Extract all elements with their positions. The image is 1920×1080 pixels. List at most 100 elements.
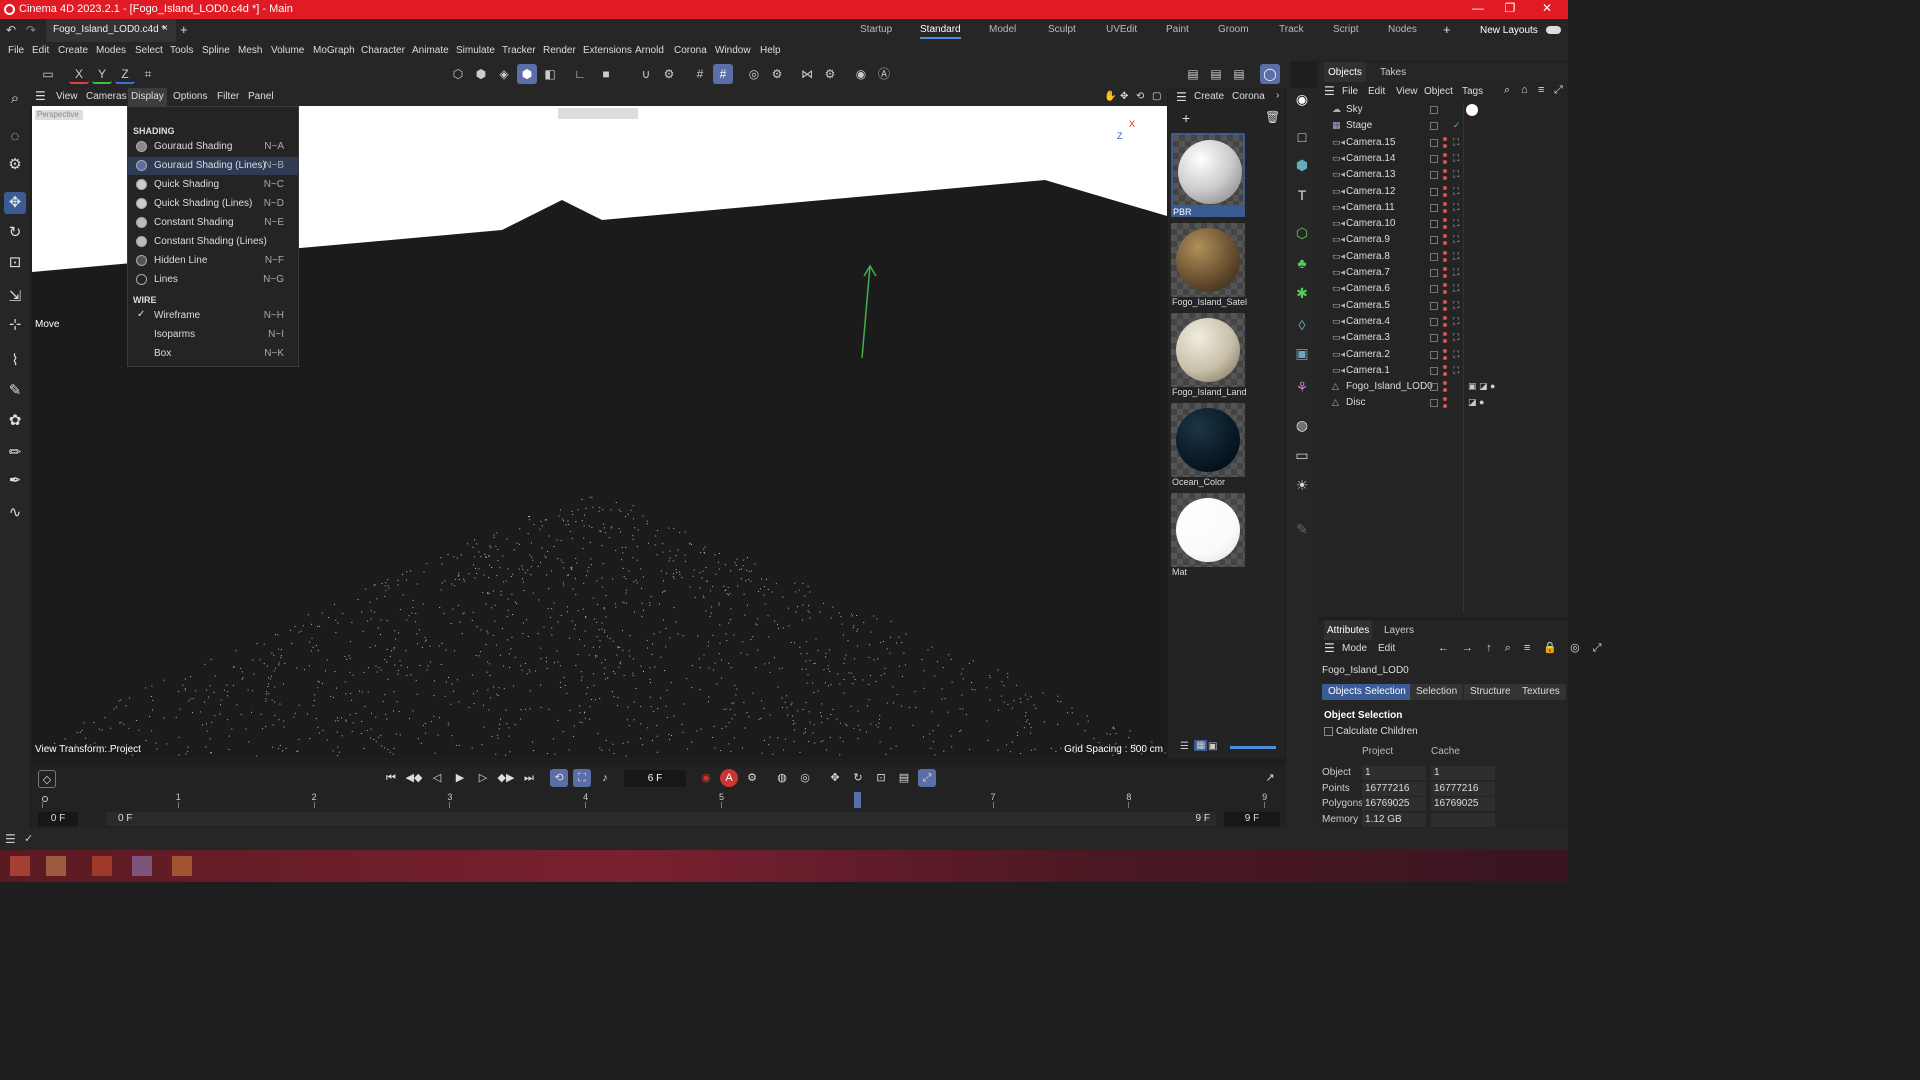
tab-attributes[interactable]: Attributes — [1324, 620, 1373, 640]
material-menu-corona[interactable]: Corona — [1232, 91, 1265, 102]
layout-model[interactable]: Model — [989, 24, 1016, 35]
editor-visibility-dot[interactable] — [1443, 267, 1447, 271]
objects-expand-icon[interactable]: ⤢ — [1554, 84, 1563, 97]
object-visibility-checkbox[interactable] — [1430, 203, 1438, 212]
attributes-menu-mode[interactable]: Mode — [1342, 643, 1367, 654]
taskbar-app-icon[interactable] — [172, 856, 192, 876]
object-row[interactable]: ▭◂ Camera.2 ⛶ — [1318, 347, 1568, 363]
layout-startup[interactable]: Startup — [860, 24, 892, 35]
menu-arnold[interactable]: Arnold — [635, 45, 664, 56]
camera-tag-icon[interactable]: ⛶ — [1453, 316, 1459, 327]
object-visibility-checkbox[interactable] — [1430, 122, 1438, 131]
loop-icon[interactable]: ⟲ — [550, 769, 568, 787]
transform-tool-icon[interactable]: ⇲ — [4, 286, 26, 308]
attributes-menu-edit[interactable]: Edit — [1378, 643, 1395, 654]
camera-tag-icon[interactable]: ⛶ — [1453, 332, 1459, 343]
render-visibility-dot[interactable] — [1443, 192, 1447, 197]
record-icon[interactable]: ◉ — [697, 769, 715, 787]
add-tab-icon[interactable]: + — [180, 22, 188, 37]
editor-visibility-dot[interactable] — [1443, 234, 1447, 239]
tags-icon[interactable]: ✎ — [1291, 518, 1313, 540]
polygons-mode-icon[interactable]: ◈ — [494, 64, 514, 84]
go-to-start-icon[interactable]: ⏮ — [382, 769, 400, 787]
object-row[interactable]: ▭◂ Camera.12 ⛶ — [1318, 184, 1568, 200]
model-mode-icon[interactable]: ⬢ — [517, 64, 537, 84]
object-visibility-checkbox[interactable] — [1430, 366, 1438, 375]
tab-takes[interactable]: Takes — [1380, 67, 1406, 78]
editor-visibility-dot[interactable] — [1443, 201, 1447, 206]
spline-tool-icon[interactable]: ∿ — [4, 502, 26, 524]
viewport-menu-panel[interactable]: Panel — [248, 91, 274, 102]
viewport-menu-display[interactable]: Display — [128, 88, 167, 106]
layout-nodes[interactable]: Nodes — [1388, 24, 1417, 35]
new-layouts-label[interactable]: New Layouts — [1480, 25, 1538, 36]
points-mode-icon[interactable]: ⬡ — [448, 64, 468, 84]
object-visibility-checkbox[interactable] — [1430, 236, 1438, 245]
object-visibility-checkbox[interactable] — [1430, 220, 1438, 229]
snap-tool-icon[interactable]: ⊹ — [4, 314, 26, 336]
y-axis-lock-button[interactable]: Y — [92, 64, 112, 84]
editor-visibility-dot[interactable] — [1443, 283, 1447, 288]
menu-item-gouraud-shading-lines[interactable]: Gouraud Shading (Lines) N~B — [128, 157, 298, 175]
material-ocean-color[interactable] — [1171, 403, 1245, 477]
camera-tag-icon[interactable]: ⛶ — [1453, 186, 1459, 197]
menu-item-constant-shading[interactable]: Constant Shading N~E — [128, 214, 298, 232]
object-row[interactable]: △ Fogo_Island_LOD0 ▣ ◪ ● — [1318, 379, 1568, 395]
camera-tag-icon[interactable]: ⛶ — [1453, 202, 1459, 213]
light-icon[interactable]: ☀ — [1291, 474, 1313, 496]
material-pbr[interactable] — [1171, 133, 1245, 207]
objects-menu-edit[interactable]: Edit — [1368, 86, 1385, 97]
texture-mode-icon[interactable]: ◧ — [540, 64, 560, 84]
x-axis-lock-button[interactable]: X — [69, 64, 89, 84]
weight-icon[interactable]: ◉ — [851, 64, 871, 84]
object-row[interactable]: ▭◂ Camera.4 ⛶ — [1318, 314, 1568, 330]
status-check-icon[interactable]: ✓ — [24, 832, 33, 845]
menu-character[interactable]: Character — [361, 45, 405, 56]
close-button[interactable]: ✕ — [1537, 1, 1557, 15]
object-row[interactable]: △ Disc ◪ ● — [1318, 395, 1568, 411]
redo-icon[interactable]: ↷ — [26, 23, 36, 37]
menu-modes[interactable]: Modes — [96, 45, 126, 56]
object-row[interactable]: ▭◂ Camera.14 ⛶ — [1318, 151, 1568, 167]
subtab-selection[interactable]: Selection — [1410, 684, 1464, 700]
grid-icon[interactable]: # — [690, 64, 710, 84]
editor-visibility-dot[interactable] — [1443, 397, 1447, 402]
new-material-icon[interactable]: + — [1182, 110, 1190, 126]
subtab-objects-selection[interactable]: Objects Selection — [1322, 684, 1412, 700]
object-row[interactable]: ▭◂ Camera.6 ⛶ — [1318, 281, 1568, 297]
character-icon[interactable]: ⚘ — [1291, 376, 1313, 398]
camera-tag-icon[interactable]: ⛶ — [1453, 365, 1459, 376]
render-visibility-dot[interactable] — [1443, 355, 1447, 360]
render-visibility-dot[interactable] — [1443, 322, 1447, 327]
render-settings-icon[interactable]: ⚙ — [767, 64, 787, 84]
menu-animate[interactable]: Animate — [412, 45, 449, 56]
preview-range-bar[interactable]: 0 F 9 F — [106, 812, 1216, 826]
extrude-tool-icon[interactable]: ✎ — [4, 380, 26, 402]
z-axis-lock-button[interactable]: Z — [115, 64, 135, 84]
maximize-button[interactable]: ❐ — [1500, 1, 1520, 15]
key-pla-icon[interactable]: ⊡ — [872, 769, 890, 787]
tab-layers[interactable]: Layers — [1384, 625, 1414, 636]
camera-tag-icon[interactable]: ⛶ — [1453, 137, 1459, 148]
object-visibility-checkbox[interactable] — [1430, 334, 1438, 343]
editor-visibility-dot[interactable] — [1443, 136, 1447, 141]
material-tags-icon[interactable]: ◪ ● — [1468, 397, 1484, 408]
render-visibility-dot[interactable] — [1443, 274, 1447, 278]
object-row[interactable]: ▭◂ Camera.11 ⛶ — [1318, 200, 1568, 216]
menu-render[interactable]: Render — [543, 45, 576, 56]
current-frame-field[interactable]: 6 F — [624, 770, 686, 787]
render-visibility-dot[interactable] — [1443, 225, 1447, 230]
camera-tag-icon[interactable]: ⛶ — [1453, 283, 1459, 294]
menu-file[interactable]: File — [8, 45, 24, 56]
layout-script[interactable]: Script — [1333, 24, 1359, 35]
tab-objects[interactable]: Objects — [1324, 62, 1366, 82]
object-row[interactable]: ▭◂ Camera.15 ⛶ — [1318, 135, 1568, 151]
editor-visibility-dot[interactable] — [1443, 364, 1447, 369]
edges-mode-icon[interactable]: ⬢ — [471, 64, 491, 84]
snap-magnet-icon[interactable]: ∪ — [636, 64, 656, 84]
layout-track[interactable]: Track — [1279, 24, 1304, 35]
menu-simulate[interactable]: Simulate — [456, 45, 495, 56]
object-visibility-checkbox[interactable] — [1430, 301, 1438, 310]
brush-tool-icon[interactable]: ✏ — [4, 442, 26, 464]
editor-visibility-dot[interactable] — [1443, 218, 1447, 223]
